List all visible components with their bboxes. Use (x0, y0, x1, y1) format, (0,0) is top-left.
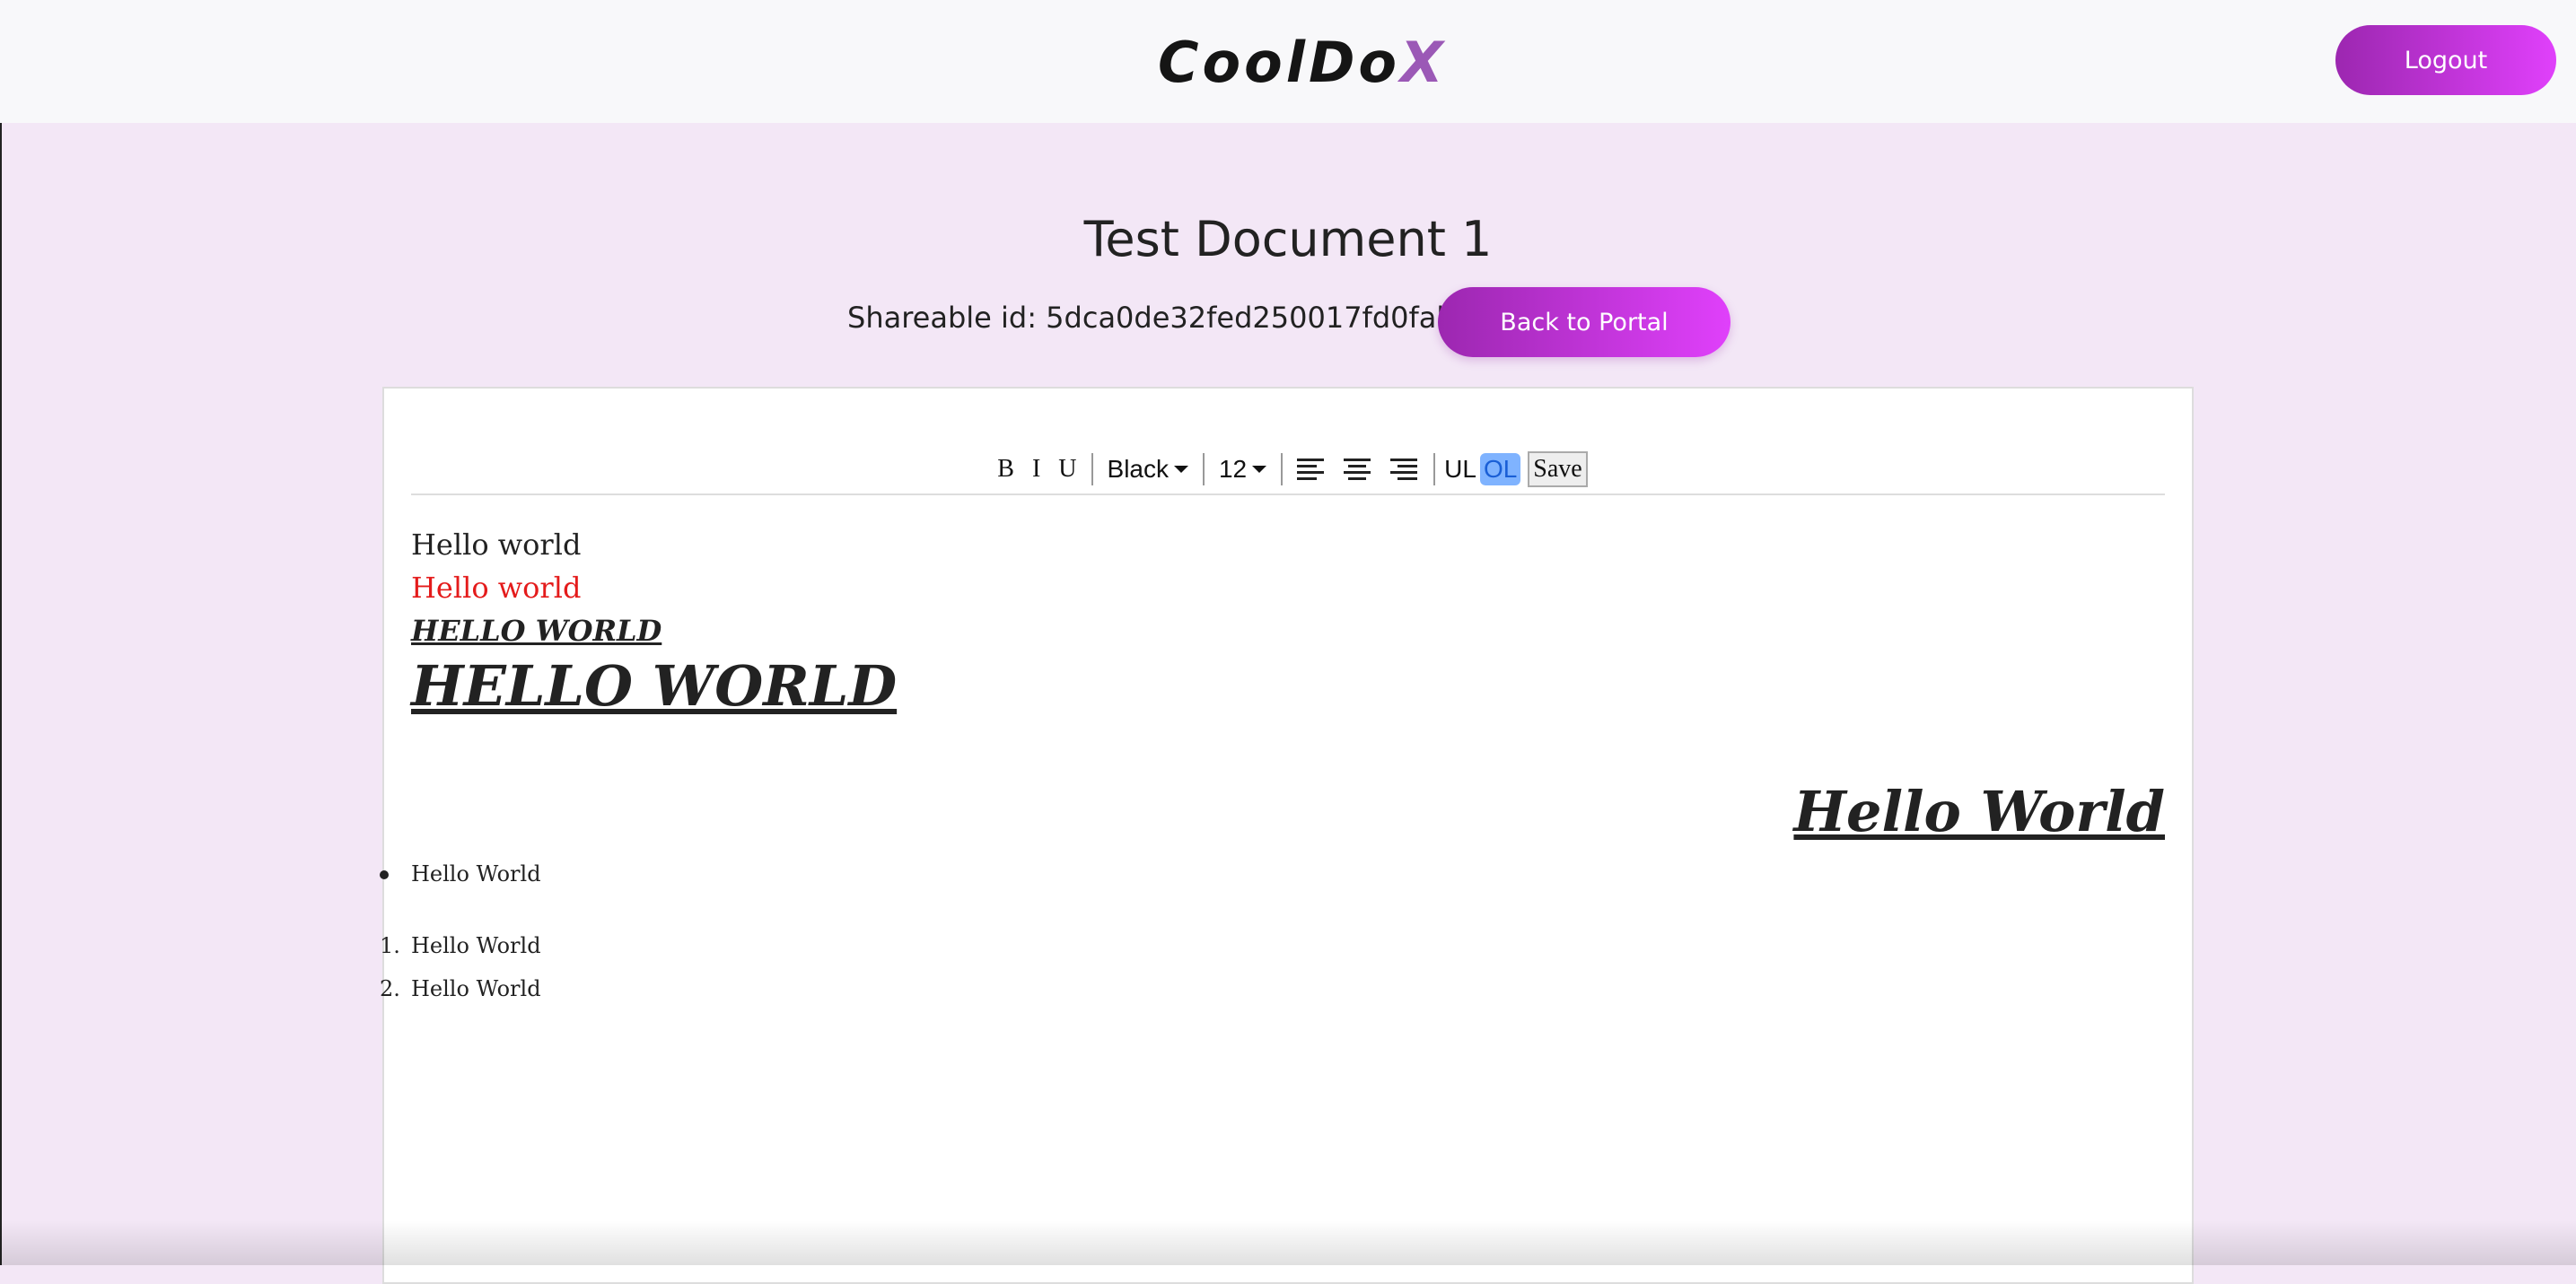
bottom-shadow (0, 1220, 2576, 1265)
toolbar-divider (411, 494, 2165, 495)
bullet-item-text: Hello World (411, 861, 541, 887)
list-item: Hello World (380, 861, 541, 887)
top-navbar: CoolDoX Logout (0, 0, 2576, 123)
shareable-id-label: Shareable id: 5dca0de32fed250017fd0fab (847, 301, 1455, 335)
font-size-dropdown[interactable]: 12 (1210, 455, 1275, 484)
bullet-icon (380, 870, 389, 879)
document-editor[interactable]: B I U Black 12 UL OL Save Hello world He… (380, 387, 2194, 1284)
list-number: 2. (380, 976, 400, 1001)
editor-toolbar: B I U Black 12 UL OL Save (384, 424, 2192, 514)
logo-x-text: X (1400, 30, 1447, 95)
save-button[interactable]: Save (1528, 451, 1588, 487)
bold-button[interactable]: B (988, 455, 1023, 484)
list-item: 1. Hello World (380, 933, 541, 958)
document-title: Test Document 1 (1083, 211, 1493, 267)
ordered-list-button[interactable]: OL (1479, 453, 1521, 485)
list-item: 2. Hello World (380, 976, 541, 1001)
italic-button[interactable]: I (1023, 455, 1049, 484)
app-logo[interactable]: CoolDoX (1158, 27, 1447, 99)
align-left-icon[interactable] (1297, 459, 1326, 480)
chevron-down-icon (1252, 466, 1267, 473)
toolbar-separator (1091, 453, 1093, 485)
color-dropdown[interactable]: Black (1099, 455, 1197, 484)
back-to-portal-button[interactable]: Back to Portal (1438, 287, 1730, 357)
unordered-list-button[interactable]: UL (1441, 455, 1480, 484)
paragraph-red: Hello world (411, 571, 582, 605)
toolbar-separator (1281, 453, 1284, 485)
align-right-icon[interactable] (1390, 459, 1419, 480)
chevron-down-icon (1173, 466, 1188, 473)
color-dropdown-label: Black (1107, 455, 1169, 483)
logout-button[interactable]: Logout (2335, 25, 2556, 95)
paragraph-large-heading: HELLO WORLD (411, 653, 898, 719)
toolbar-separator (1433, 453, 1436, 485)
paragraph-bold-italic-underline: HELLO WORLD (411, 614, 662, 648)
paragraph-right-aligned: Hello World (1793, 779, 2165, 844)
window-edge (0, 0, 2, 1265)
list-number: 1. (380, 933, 400, 958)
ordered-item-text: Hello World (411, 933, 541, 958)
ordered-item-text: Hello World (411, 976, 541, 1001)
underline-button[interactable]: U (1049, 455, 1085, 484)
logo-main-text: CoolDo (1158, 30, 1401, 95)
toolbar-separator (1202, 453, 1205, 485)
align-center-icon[interactable] (1344, 459, 1372, 480)
paragraph-plain: Hello world (411, 528, 582, 562)
font-size-label: 12 (1218, 455, 1248, 483)
